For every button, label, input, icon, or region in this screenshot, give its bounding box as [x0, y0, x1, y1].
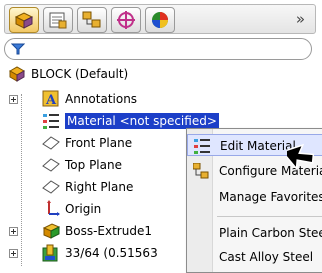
tab-feature-manager[interactable]	[9, 7, 39, 33]
tree-filter-input[interactable]	[4, 38, 312, 60]
tree-root-block[interactable]: BLOCK (Default)	[8, 64, 128, 84]
tree-item-label: Right Plane	[65, 180, 134, 194]
dimxpert-icon	[117, 11, 135, 29]
menu-item-cast-alloy-steel[interactable]: Cast Alloy Steel	[187, 246, 322, 268]
svg-text:A: A	[45, 93, 57, 108]
plane-icon	[42, 134, 60, 152]
part-icon	[8, 65, 26, 83]
feature-manager-icon	[14, 12, 34, 29]
tree-item-origin[interactable]: Origin	[42, 199, 101, 219]
tree-item-label-selected: Material <not specified>	[65, 113, 219, 129]
tree-item-boss-extrude[interactable]: Boss-Extrude1	[42, 221, 152, 241]
configure-material-icon	[192, 162, 209, 179]
manager-tabs-toolbar: »	[4, 4, 316, 34]
menu-item-label: Plain Carbon Steel	[219, 226, 322, 240]
tab-property-manager[interactable]	[43, 7, 73, 33]
menu-item-label: Edit Material	[220, 139, 296, 153]
tree-item-label: Front Plane	[65, 136, 133, 150]
property-manager-icon	[49, 12, 67, 29]
tree-connector-line	[21, 94, 22, 266]
tree-item-hole[interactable]: 33/64 (0.51563	[42, 243, 158, 263]
plane-icon	[42, 156, 60, 174]
annotations-icon: A	[42, 90, 60, 108]
plane-icon	[42, 178, 60, 196]
tree-expander-annotations[interactable]	[9, 95, 18, 104]
tree-expander-boss-extrude[interactable]	[9, 227, 18, 236]
tree-expander-hole[interactable]	[9, 249, 18, 258]
tree-root-label: BLOCK (Default)	[31, 67, 129, 81]
menu-item-plain-carbon-steel[interactable]: Plain Carbon Steel	[187, 222, 322, 244]
tree-item-top-plane[interactable]: Top Plane	[42, 155, 122, 175]
tree-item-label: 33/64 (0.51563	[65, 246, 158, 260]
hole-icon	[42, 244, 60, 262]
toolbar-overflow-icon[interactable]: »	[296, 10, 305, 28]
feature-manager-panel: » BLOCK (Default) A Annotations Material…	[0, 0, 322, 273]
display-manager-icon	[152, 12, 168, 28]
menu-separator	[217, 216, 322, 217]
menu-item-label: Manage Favorites	[219, 190, 322, 204]
tree-item-right-plane[interactable]: Right Plane	[42, 177, 133, 197]
tree-item-label: Top Plane	[65, 158, 122, 172]
tree-item-label: Origin	[65, 202, 102, 216]
tree-item-label: Annotations	[65, 92, 138, 106]
edit-material-icon	[194, 138, 210, 154]
menu-item-manage-favorites[interactable]: Manage Favorites	[187, 186, 322, 208]
menu-item-label: Cast Alloy Steel	[219, 250, 314, 264]
tree-item-label: Boss-Extrude1	[65, 224, 152, 238]
material-icon	[42, 112, 60, 130]
mouse-pointer-icon	[287, 143, 315, 171]
filter-icon	[11, 43, 25, 55]
tree-item-front-plane[interactable]: Front Plane	[42, 133, 132, 153]
origin-icon	[42, 200, 60, 218]
tree-item-annotations[interactable]: A Annotations	[42, 89, 137, 109]
tab-configuration-manager[interactable]	[77, 7, 107, 33]
extrude-icon	[42, 222, 60, 240]
tab-dimxpert-manager[interactable]	[111, 7, 141, 33]
tab-display-manager[interactable]	[145, 7, 175, 33]
configuration-manager-icon	[82, 11, 101, 28]
